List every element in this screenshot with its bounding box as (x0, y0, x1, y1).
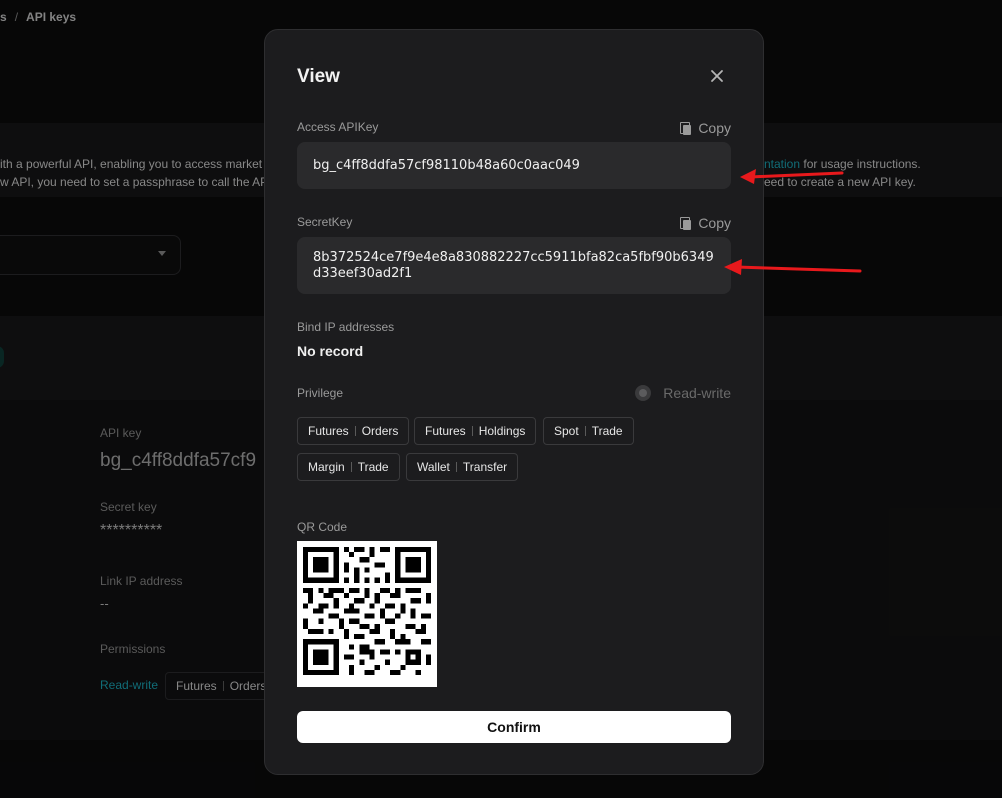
chip-right: Orders (361, 424, 399, 438)
bind-ip-label: Bind IP addresses (297, 320, 395, 334)
red-arrow-annotation (724, 259, 862, 275)
radio-icon (635, 385, 652, 401)
modal-title: View (297, 66, 340, 87)
close-button[interactable] (707, 66, 727, 86)
copy-access-key-button[interactable]: Copy (680, 120, 731, 136)
copy-icon (680, 121, 692, 135)
chip-right: Trade (591, 424, 623, 438)
privilege-chip: Wallet Transfer (406, 453, 519, 481)
privilege-label: Privilege (297, 386, 344, 400)
confirm-button[interactable]: Confirm (297, 711, 731, 743)
privilege-chip: Futures Orders (297, 417, 410, 445)
chip-left: Futures (425, 424, 466, 438)
chip-left: Futures (308, 424, 349, 438)
chip-left: Margin (308, 460, 345, 474)
qr-code-label: QR Code (297, 520, 348, 534)
chip-right: Trade (357, 460, 389, 474)
chip-right: Transfer (462, 460, 508, 474)
qr-code-image (297, 541, 437, 687)
red-arrow-annotation (740, 169, 844, 184)
secret-key-field-label: SecretKey (297, 215, 353, 229)
copy-secret-key-button[interactable]: Copy (680, 215, 731, 231)
view-api-key-modal: View Access APIKey Copy bg_c4ff8ddfa57cf… (264, 29, 764, 775)
copy-label: Copy (698, 120, 731, 136)
privilege-chip: Spot Trade (543, 417, 634, 445)
chip-left: Spot (554, 424, 579, 438)
chip-left: Wallet (417, 460, 450, 474)
close-icon (711, 70, 723, 82)
copy-icon (680, 216, 692, 230)
bind-ip-value: No record (297, 343, 364, 359)
privilege-mode-label: Read-write (663, 385, 731, 401)
copy-label: Copy (698, 215, 731, 231)
access-key-label: Access APIKey (297, 120, 379, 134)
chip-right: Holdings (478, 424, 526, 438)
privilege-chip: Margin Trade (297, 453, 400, 481)
privilege-mode-radio: Read-write (635, 385, 731, 401)
qr-code-graphic (303, 547, 431, 675)
access-key-field[interactable]: bg_c4ff8ddfa57cf98110b48a60c0aac049 (297, 142, 731, 189)
secret-key-field[interactable]: 8b372524ce7f9e4e8a830882227cc5911bfa82ca… (297, 237, 731, 294)
privilege-chip: Futures Holdings (414, 417, 537, 445)
